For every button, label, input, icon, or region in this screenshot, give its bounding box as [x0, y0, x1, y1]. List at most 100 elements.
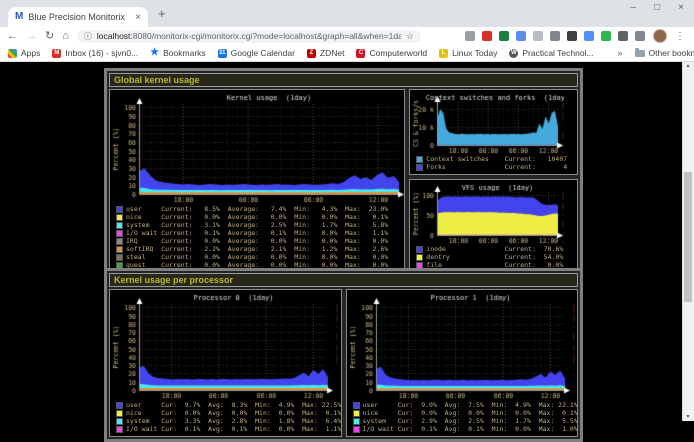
- graph-context-switches[interactable]: Context switches Current: 10407 Forks Cu…: [409, 89, 578, 175]
- bookmark-item-calendar[interactable]: 31Google Calendar: [218, 48, 295, 58]
- legend-row-inode: inode Current: 70.6%: [416, 245, 575, 253]
- extensions-puzzle-icon[interactable]: [618, 31, 628, 41]
- legend-row-user: user Cur: 9.7% Avg: 8.3% Min: 4.9% Max: …: [116, 401, 339, 409]
- monitorix-favicon-icon: M: [15, 12, 23, 22]
- legend-swatch-icon: [116, 238, 123, 245]
- evernote-extension-icon[interactable]: [601, 31, 611, 41]
- bookmark-item-computerworld[interactable]: CComputerworld: [356, 48, 427, 58]
- bookmarks-overflow-icon[interactable]: »: [618, 48, 623, 58]
- legend-text: nice Current: 0.0% Average: 0.0% Min: 0.…: [126, 213, 396, 221]
- gmail-extension-icon[interactable]: [482, 31, 492, 41]
- screenshot-extension-icon[interactable]: [533, 31, 543, 41]
- privacy-extension-icon[interactable]: [550, 31, 560, 41]
- bookmark-item-gmail[interactable]: MInbox (16) - sjvn0...: [52, 48, 138, 58]
- scrollbar-thumb[interactable]: [684, 172, 692, 302]
- monitorix-page: Global kernel usage user Current: 8.5% A…: [0, 62, 694, 421]
- processor-0-legend: user Cur: 9.7% Avg: 8.3% Min: 4.9% Max: …: [112, 400, 339, 434]
- legend-text: I/O wait Current: 0.1% Average: 0.1% Min…: [126, 229, 396, 237]
- window-close-button[interactable]: ×: [678, 2, 684, 13]
- scroll-up-icon[interactable]: ▲: [683, 63, 693, 69]
- legend-text: steal Current: 0.0% Average: 0.0% Min: 0…: [126, 253, 396, 261]
- reload-icon[interactable]: ↻: [45, 31, 54, 42]
- bookmark-item-zdnet[interactable]: ZZDNet: [307, 48, 345, 58]
- legend-row-irq: IRQ Current: 0.0% Average: 0.0% Min: 0.0…: [116, 237, 402, 245]
- kernel-usage-graph-image[interactable]: [112, 92, 405, 204]
- bookmark-star-icon[interactable]: ☆: [406, 31, 414, 42]
- apps-grid-favicon-icon: [8, 49, 17, 58]
- vfs-usage-legend: inode Current: 70.6% dentry Current: 54.…: [412, 244, 575, 270]
- legend-swatch-icon: [416, 246, 423, 253]
- legend-row-system: system Cur: 2.9% Avg: 2.5% Min: 1.7% Max…: [353, 417, 576, 425]
- legend-swatch-icon: [116, 246, 123, 253]
- messenger-extension-icon[interactable]: [584, 31, 594, 41]
- bookmark-item-star[interactable]: ★Bookmarks: [150, 48, 206, 58]
- vfs-usage-graph-image[interactable]: [412, 182, 564, 244]
- legend-text: softIRQ Current: 2.2% Average: 2.1% Min:…: [126, 245, 396, 253]
- legend-swatch-icon: [353, 402, 360, 409]
- legend-text: IRQ Current: 0.0% Average: 0.0% Min: 0.0…: [126, 237, 396, 245]
- legend-swatch-icon: [116, 254, 123, 261]
- legend-swatch-icon: [116, 418, 123, 425]
- bookmark-item-wordpress[interactable]: WPractical Technol...: [509, 48, 593, 58]
- copy-extension-icon[interactable]: [516, 31, 526, 41]
- browser-toolbar: ← → ↻ ⌂ ⓘ localhost:8080/monitorix-cgi/m…: [0, 27, 694, 45]
- bookmark-item-apps-grid[interactable]: Apps: [8, 48, 40, 58]
- window-maximize-button[interactable]: □: [654, 2, 660, 13]
- legend-row-softirq: softIRQ Current: 2.2% Average: 2.1% Min:…: [116, 245, 402, 253]
- bookmark-item-linux-today[interactable]: LLinux Today: [439, 48, 497, 58]
- legend-row-user: user Cur: 9.0% Avg: 7.5% Min: 4.9% Max: …: [353, 401, 576, 409]
- other-bookmarks-label: Other bookmarks: [649, 48, 694, 58]
- legend-row-nice: nice Cur: 0.0% Avg: 0.0% Min: 0.0% Max: …: [353, 409, 576, 417]
- graph-processor-0[interactable]: user Cur: 9.7% Avg: 8.3% Min: 4.9% Max: …: [109, 289, 342, 437]
- scroll-down-icon[interactable]: ▼: [683, 414, 693, 420]
- session-extension-icon[interactable]: [499, 31, 509, 41]
- home-icon[interactable]: ⌂: [62, 31, 69, 42]
- graph-kernel-usage[interactable]: user Current: 8.5% Average: 7.4% Min: 4.…: [109, 89, 405, 273]
- tab-close-icon[interactable]: ×: [135, 12, 141, 23]
- graph-processor-1[interactable]: user Cur: 9.0% Avg: 7.5% Min: 4.9% Max: …: [346, 289, 579, 437]
- legend-swatch-icon: [116, 402, 123, 409]
- browser-menu-icon[interactable]: ⋮: [675, 31, 687, 42]
- legend-row-system: system Current: 3.1% Average: 2.5% Min: …: [116, 221, 402, 229]
- section-header-global-kernel-usage: Global kernel usage: [109, 73, 578, 87]
- bookmark-label: Apps: [21, 48, 40, 58]
- legend-swatch-icon: [116, 230, 123, 237]
- profile-avatar[interactable]: [653, 29, 667, 43]
- dark-extension-icon[interactable]: [567, 31, 577, 41]
- window-controls: – □ ×: [631, 2, 684, 13]
- processor-1-graph-image[interactable]: [349, 292, 575, 400]
- legend-swatch-icon: [116, 222, 123, 229]
- legend-swatch-icon: [353, 418, 360, 425]
- page-scrollbar[interactable]: ▲ ▼: [682, 62, 694, 421]
- search-extension-icon[interactable]: [465, 31, 475, 41]
- legend-text: system Cur: 3.3% Avg: 2.8% Min: 1.8% Max…: [126, 417, 342, 425]
- legend-text: inode Current: 70.6%: [426, 245, 571, 253]
- back-icon[interactable]: ←: [7, 31, 18, 42]
- address-bar[interactable]: ⓘ localhost:8080/monitorix-cgi/monitorix…: [77, 30, 421, 43]
- window-minimize-button[interactable]: –: [631, 2, 637, 13]
- legend-row-i-o-wait: I/O wait Cur: 0.1% Avg: 0.1% Min: 0.0% M…: [353, 425, 576, 433]
- legend-text: Context switches Current: 10407: [426, 155, 575, 163]
- legend-text: Forks Current: 4: [426, 163, 575, 171]
- new-tab-button[interactable]: +: [158, 6, 166, 21]
- legend-text: system Cur: 2.9% Avg: 2.5% Min: 1.7% Max…: [363, 417, 579, 425]
- browser-tab[interactable]: M Blue Precision Monitorix ×: [8, 7, 148, 27]
- list-extension-icon[interactable]: [635, 31, 645, 41]
- bookmark-label: Inbox (16) - sjvn0...: [65, 48, 138, 58]
- tab-strip: M Blue Precision Monitorix × + – □ ×: [0, 0, 694, 27]
- legend-row-context-switches: Context switches Current: 10407: [416, 155, 575, 163]
- context-switches-graph-image[interactable]: [412, 92, 564, 154]
- graph-vfs-usage[interactable]: inode Current: 70.6% dentry Current: 54.…: [409, 179, 578, 273]
- legend-row-i-o-wait: I/O wait Current: 0.1% Average: 0.1% Min…: [116, 229, 402, 237]
- legend-swatch-icon: [353, 410, 360, 417]
- page-info-icon[interactable]: ⓘ: [84, 31, 92, 42]
- bookmark-label: Linux Today: [452, 48, 497, 58]
- legend-row-steal: steal Current: 0.0% Average: 0.0% Min: 0…: [116, 253, 402, 261]
- legend-text: user Cur: 9.7% Avg: 8.3% Min: 4.9% Max: …: [126, 401, 342, 409]
- bookmarks-bar: Apps MInbox (16) - sjvn0... ★Bookmarks 31Go…: [0, 45, 694, 62]
- legend-swatch-icon: [116, 206, 123, 213]
- legend-swatch-icon: [116, 410, 123, 417]
- processor-0-graph-image[interactable]: [112, 292, 338, 400]
- legend-swatch-icon: [416, 156, 423, 163]
- other-bookmarks-button[interactable]: Other bookmarks: [635, 48, 694, 58]
